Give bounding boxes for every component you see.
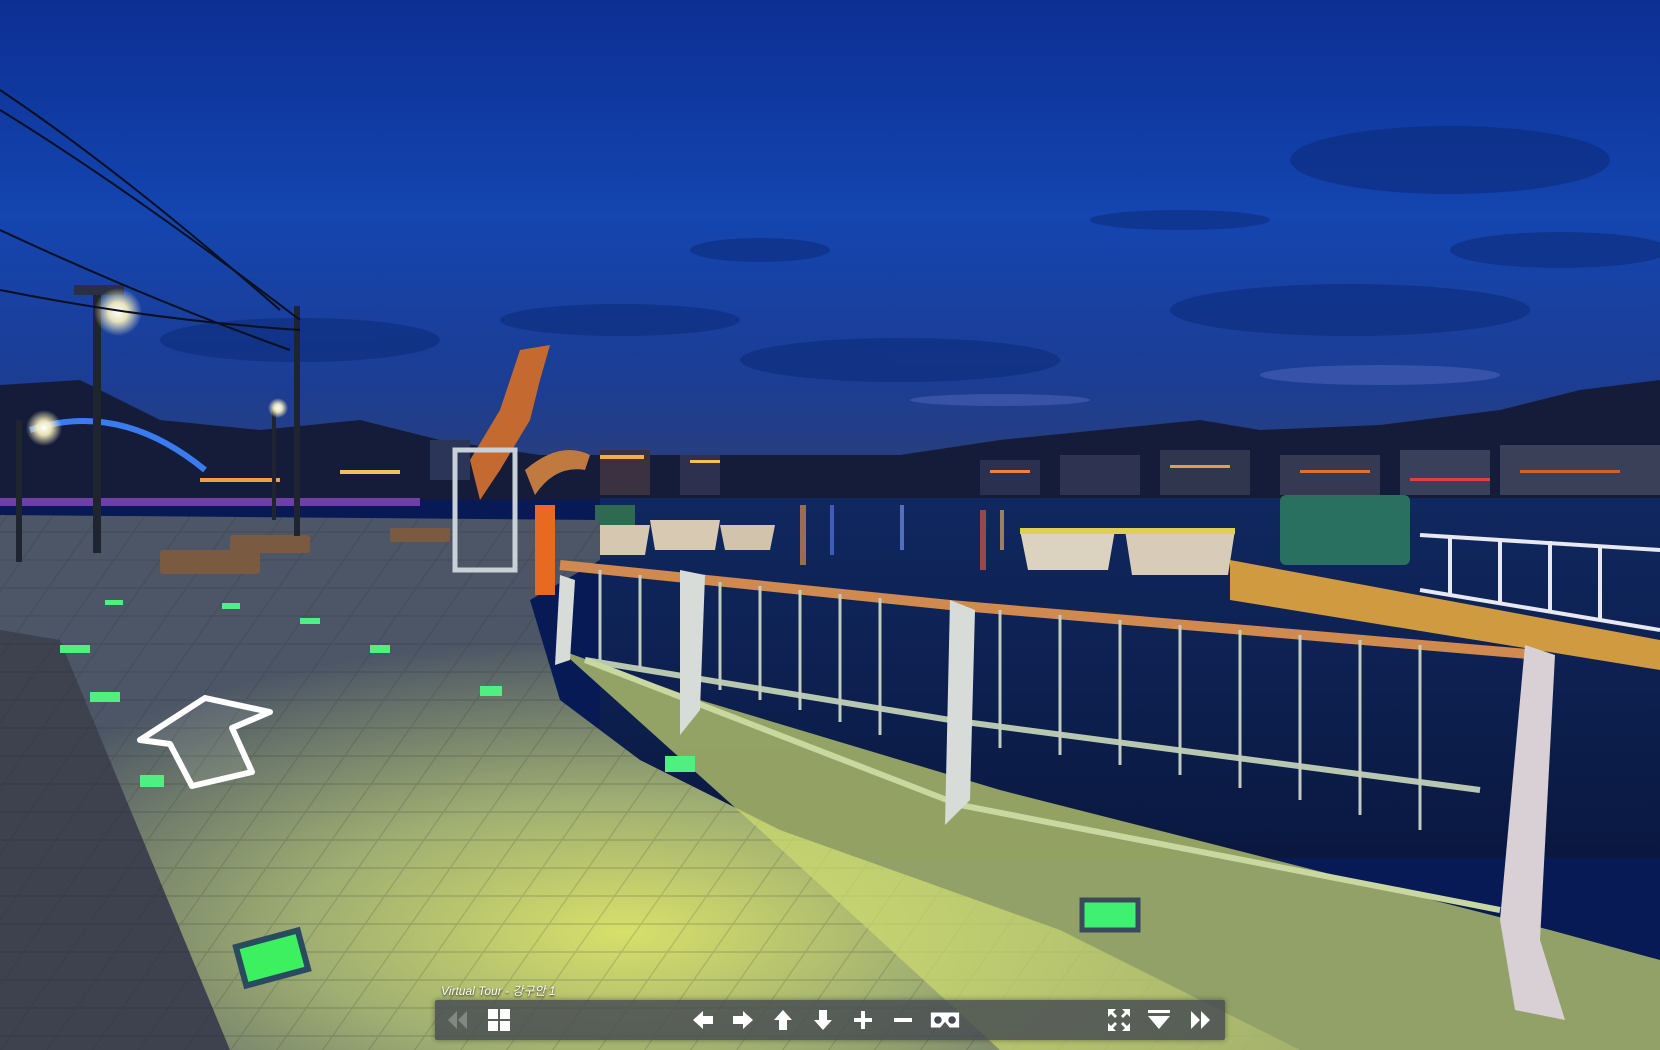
panorama-view[interactable] bbox=[0, 0, 1660, 1050]
pan-up-button[interactable] bbox=[767, 1004, 799, 1036]
double-chevron-left-icon bbox=[448, 1011, 467, 1029]
minus-icon bbox=[894, 1018, 912, 1022]
fullscreen-icon bbox=[1108, 1009, 1130, 1031]
double-chevron-right-icon bbox=[1191, 1011, 1210, 1029]
tour-title: Virtual Tour - 강구안 1 bbox=[441, 984, 556, 998]
arrow-left-icon bbox=[693, 1011, 713, 1029]
plus-icon bbox=[854, 1011, 872, 1029]
vr-goggles-icon bbox=[930, 1012, 960, 1028]
pan-down-button[interactable] bbox=[807, 1004, 839, 1036]
tour-toolbar bbox=[435, 1000, 1225, 1040]
previous-scene-button[interactable] bbox=[441, 1004, 473, 1036]
zoom-out-button[interactable] bbox=[887, 1004, 919, 1036]
arrow-down-icon bbox=[814, 1010, 832, 1030]
zoom-in-button[interactable] bbox=[847, 1004, 879, 1036]
hide-controls-button[interactable] bbox=[1143, 1004, 1175, 1036]
arrow-right-icon bbox=[733, 1011, 753, 1029]
collapse-down-icon bbox=[1148, 1010, 1170, 1029]
arrow-up-icon bbox=[774, 1010, 792, 1030]
grid-icon bbox=[488, 1009, 510, 1031]
pan-left-button[interactable] bbox=[687, 1004, 719, 1036]
fullscreen-button[interactable] bbox=[1103, 1004, 1135, 1036]
vr-mode-button[interactable] bbox=[929, 1004, 961, 1036]
sky bbox=[0, 0, 1660, 480]
pan-right-button[interactable] bbox=[727, 1004, 759, 1036]
next-scene-button[interactable] bbox=[1185, 1004, 1217, 1036]
thumbnails-button[interactable] bbox=[483, 1004, 515, 1036]
